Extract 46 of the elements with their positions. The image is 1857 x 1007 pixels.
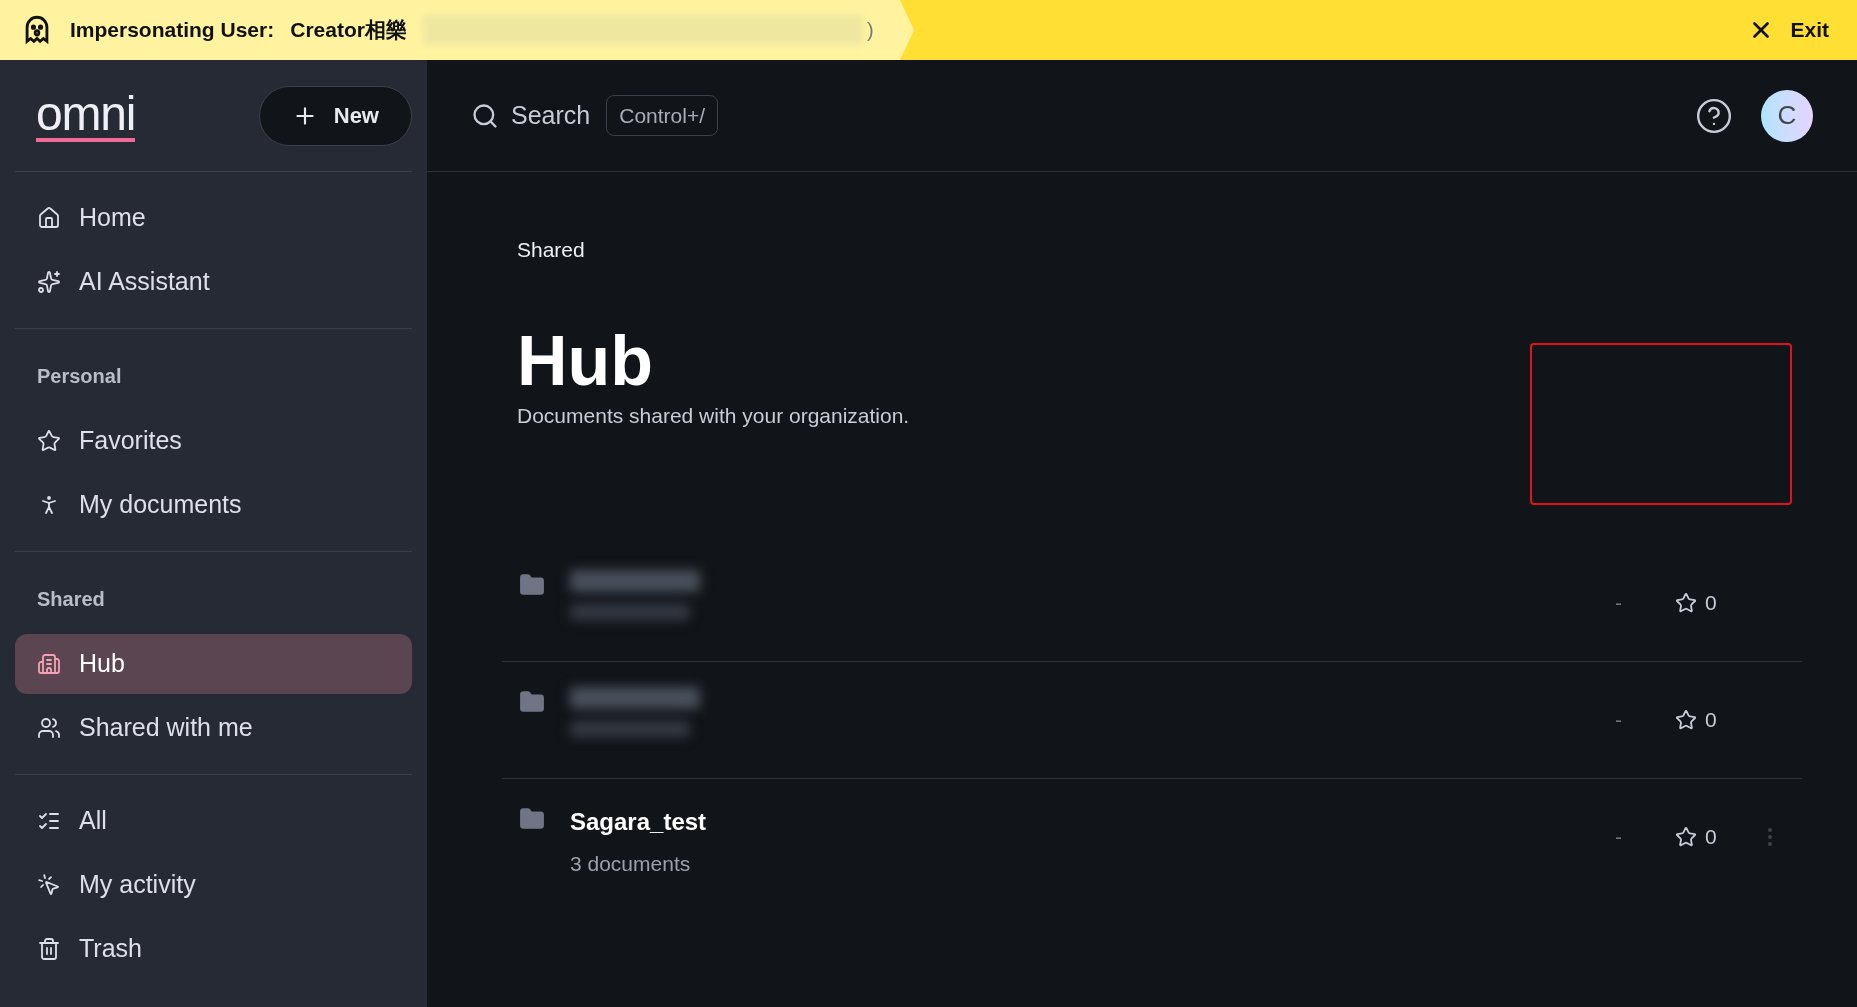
folder-icon [519,688,545,715]
page-title: Hub [517,325,655,396]
section-heading: Personal [36,364,123,389]
trash-icon [37,937,61,961]
avatar[interactable]: C [1761,89,1813,142]
logo: omni [36,89,136,142]
sidebar-item[interactable]: Hub [15,634,412,694]
pointer-icon [37,873,61,897]
sidebar-item[interactable]: Shared with me [15,698,412,758]
sparkles-icon [37,270,61,294]
star-icon[interactable] [1675,708,1697,731]
sidebar-item[interactable]: AI Assistant [15,252,412,312]
star-icon[interactable] [1675,591,1697,614]
breadcrumb: Shared [517,237,586,263]
sidebar-item[interactable]: All [15,791,412,851]
folder-icon [519,571,545,598]
section-heading: Shared [36,587,106,612]
search-icon [471,101,499,130]
star-count: 0 [1705,589,1717,616]
user-name: Creator相樂 [290,17,407,44]
building-icon [37,652,61,676]
folder-name[interactable]: Sagara_test [570,803,707,840]
search-button[interactable]: Search [471,96,591,135]
user-suffix: ) [866,18,874,43]
star-icon[interactable] [1675,826,1697,848]
sidebar-item[interactable]: Trash [15,919,412,979]
updated-text: - [1615,589,1623,616]
exit-button[interactable]: Exit [1748,14,1857,46]
page-subtitle: Documents shared with your organization. [517,402,911,429]
users-icon [37,716,61,740]
banner-label: Impersonating User: [70,17,275,44]
home-icon [37,206,61,230]
updated-text: - [1615,706,1623,733]
folder-icon [519,805,545,832]
sidebar-item[interactable]: Favorites [15,411,412,471]
new-button[interactable]: New [258,85,412,146]
shortcut-hint: Control+/ [606,94,718,137]
star-count: 0 [1705,824,1717,851]
document-count: 3 documents [570,850,692,877]
sidebar-item[interactable]: Home [15,188,412,248]
star-icon [37,429,61,453]
sidebar-item[interactable]: My activity [15,855,412,915]
updated-text: - [1615,824,1623,851]
star-count: 0 [1705,706,1717,733]
help-icon[interactable] [1695,96,1733,135]
sidebar-item[interactable]: My documents [15,475,412,535]
